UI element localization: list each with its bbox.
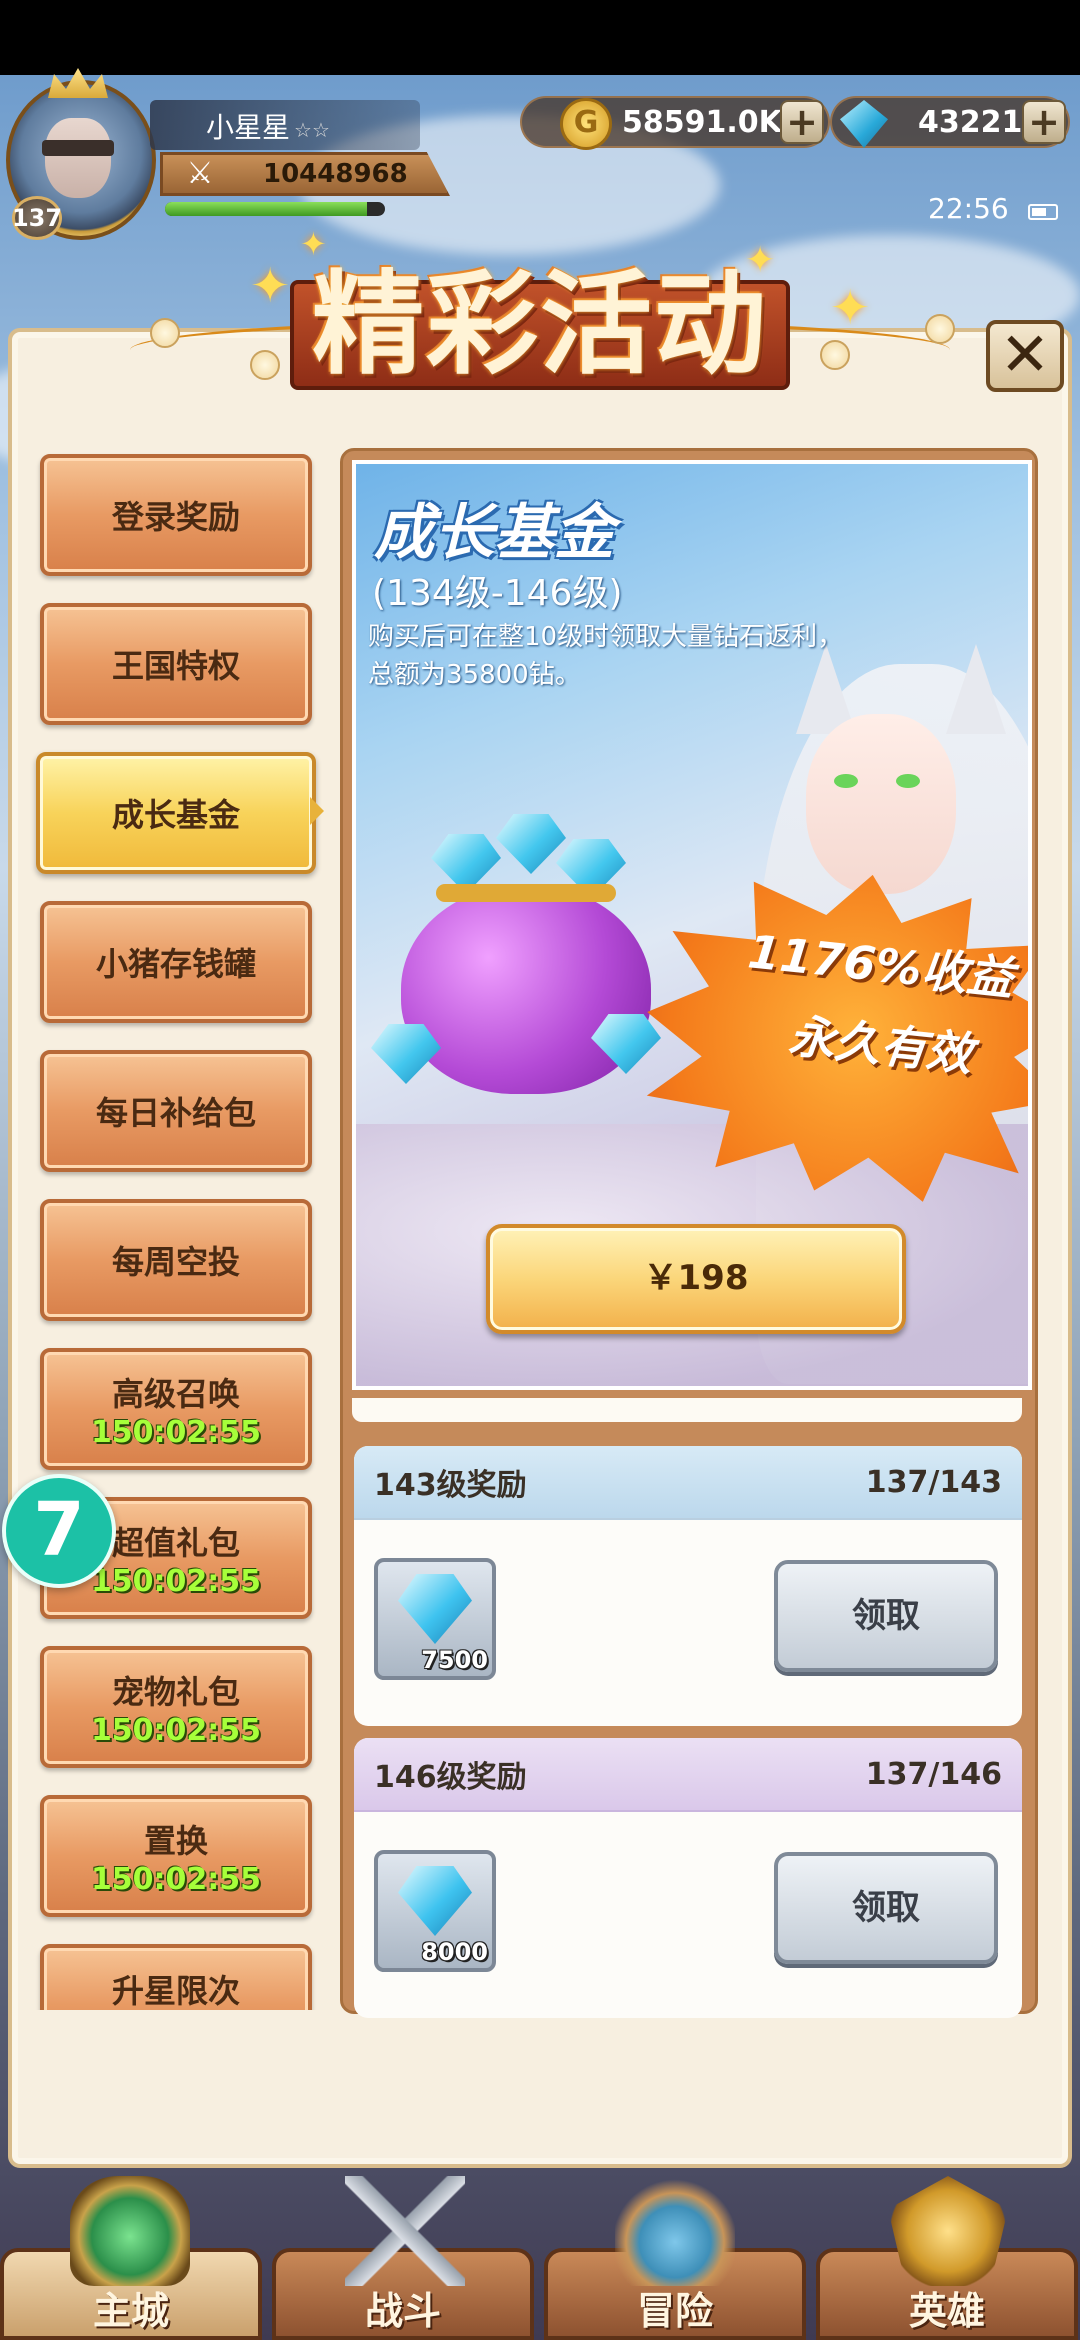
sparkle-icon: ✦ bbox=[745, 240, 776, 281]
bead-decoration bbox=[820, 340, 850, 370]
activity-menu: 登录奖励 王国特权 成长基金 小猪存钱罐 每日补给包 每周空投 高级召唤 150… bbox=[30, 450, 330, 2010]
bottom-nav: 主城 战斗 冒险 英雄 bbox=[0, 2168, 1080, 2340]
diamond-icon bbox=[398, 1866, 472, 1936]
clock: 22:56 bbox=[928, 192, 1009, 225]
castle-icon bbox=[70, 2176, 190, 2286]
item-count: 8000 bbox=[421, 1938, 488, 1966]
menu-item-advanced-summon[interactable]: 高级召唤 150:02:55 bbox=[40, 1348, 312, 1470]
reward-card-146: 146级奖励 137/146 8000 领取 bbox=[354, 1738, 1022, 2018]
nav-label: 冒险 bbox=[636, 2289, 713, 2333]
sparkle-icon: ✦ bbox=[300, 225, 327, 263]
add-gems-button[interactable]: + bbox=[1022, 100, 1066, 144]
bead-decoration bbox=[925, 314, 955, 344]
bead-decoration bbox=[150, 318, 180, 348]
reward-item-slot[interactable]: 8000 bbox=[374, 1850, 496, 1972]
claim-button[interactable]: 领取 bbox=[774, 1852, 998, 1964]
reward-title: 146级奖励 bbox=[374, 1760, 527, 1795]
player-level-badge: 137 bbox=[12, 196, 62, 240]
menu-item-kingdom-privilege[interactable]: 王国特权 bbox=[40, 603, 312, 725]
sparkle-icon: ✦ bbox=[250, 258, 291, 314]
diamond-bag-icon bbox=[371, 814, 661, 1094]
page-title: 精彩活动 bbox=[312, 260, 768, 390]
player-stars: ☆☆ bbox=[294, 118, 330, 142]
active-indicator-arrow bbox=[310, 797, 324, 825]
bag-rope bbox=[436, 884, 616, 902]
crossed-swords-icon bbox=[345, 2176, 465, 2286]
menu-item-label: 小猪存钱罐 bbox=[95, 945, 256, 983]
xp-fill bbox=[165, 202, 368, 216]
gold-coin-icon: G bbox=[560, 98, 612, 150]
diamond-icon bbox=[398, 1574, 472, 1644]
character-face bbox=[806, 714, 956, 894]
blindfold bbox=[42, 140, 114, 156]
menu-item-weekly-airdrop[interactable]: 每周空投 bbox=[40, 1199, 312, 1321]
reward-progress: 137/146 bbox=[865, 1756, 1002, 1792]
promo-desc-line: 总额为35800钻。 bbox=[368, 660, 581, 690]
hero-emblem-icon bbox=[888, 2176, 1008, 2286]
crown-icon bbox=[48, 68, 108, 98]
menu-item-label: 登录奖励 bbox=[111, 498, 240, 536]
menu-item-star-up-limit[interactable]: 升星限次 bbox=[40, 1944, 312, 2010]
promo-level-range: (134级-146级) bbox=[372, 573, 623, 614]
reward-progress: 137/143 bbox=[865, 1464, 1002, 1500]
bead-decoration bbox=[250, 350, 280, 380]
menu-item-login-reward[interactable]: 登录奖励 bbox=[40, 454, 312, 576]
promo-desc-line: 购买后可在整10级时领取大量钻石返利， bbox=[368, 622, 844, 652]
menu-item-piggy-bank[interactable]: 小猪存钱罐 bbox=[40, 901, 312, 1023]
scroll-map-icon bbox=[615, 2176, 735, 2286]
menu-item-label: 置换 bbox=[143, 1821, 208, 1860]
add-gold-button[interactable]: + bbox=[780, 100, 824, 144]
menu-item-label: 升星限次 bbox=[111, 1972, 240, 2010]
avatar-face bbox=[45, 118, 111, 198]
character-eye bbox=[896, 774, 920, 788]
reward-header: 143级奖励 137/143 bbox=[354, 1446, 1022, 1520]
character-eye bbox=[834, 774, 858, 788]
diamond-icon bbox=[496, 814, 566, 874]
battery-icon bbox=[1028, 204, 1058, 220]
nav-label: 主城 bbox=[92, 2289, 169, 2333]
countdown-timer: 150:02:55 bbox=[90, 1861, 262, 1897]
reward-header: 146级奖励 137/146 bbox=[354, 1738, 1022, 1812]
countdown-timer: 150:02:55 bbox=[90, 1712, 262, 1748]
player-name: 小星星 bbox=[206, 111, 291, 144]
menu-item-label: 每周空投 bbox=[111, 1243, 240, 1281]
item-count: 7500 bbox=[421, 1646, 488, 1674]
nav-label: 战斗 bbox=[364, 2289, 441, 2333]
gem-amount: 43221 bbox=[918, 104, 1023, 140]
menu-item-label: 宠物礼包 bbox=[111, 1672, 240, 1711]
promo-title: 成长基金 bbox=[374, 498, 614, 568]
menu-item-exchange[interactable]: 置换 150:02:55 bbox=[40, 1795, 312, 1917]
reward-title: 143级奖励 bbox=[374, 1468, 527, 1503]
menu-item-label: 成长基金 bbox=[111, 796, 240, 834]
menu-item-growth-fund[interactable]: 成长基金 bbox=[36, 752, 316, 874]
bag-body bbox=[401, 884, 651, 1094]
gold-amount: 58591.0K bbox=[622, 104, 782, 140]
growth-fund-banner: 成长基金 (134级-146级) 购买后可在整10级时领取大量钻石返利， 总额为… bbox=[352, 460, 1032, 1390]
reward-item-slot[interactable]: 7500 bbox=[374, 1558, 496, 1680]
countdown-timer: 150:02:55 bbox=[90, 1414, 262, 1450]
crossed-swords-icon: ⚔ bbox=[186, 156, 214, 191]
content-divider bbox=[352, 1398, 1022, 1422]
menu-item-pet-pack[interactable]: 宠物礼包 150:02:55 bbox=[40, 1646, 312, 1768]
menu-item-label: 高级召唤 bbox=[111, 1374, 240, 1413]
nav-label: 英雄 bbox=[908, 2289, 985, 2333]
close-button[interactable]: ✕ bbox=[986, 320, 1064, 392]
claim-button[interactable]: 领取 bbox=[774, 1560, 998, 1672]
sparkle-icon: ✦ bbox=[830, 280, 871, 336]
menu-item-daily-supply[interactable]: 每日补给包 bbox=[40, 1050, 312, 1172]
floating-assistant-button[interactable]: 7 bbox=[2, 1474, 116, 1588]
menu-item-label: 每日补给包 bbox=[95, 1094, 256, 1132]
promo-description: 购买后可在整10级时领取大量钻石返利， 总额为35800钻。 bbox=[368, 618, 928, 694]
menu-item-label: 超值礼包 bbox=[111, 1523, 240, 1562]
countdown-timer: 150:02:55 bbox=[90, 1563, 262, 1599]
reward-card-143: 143级奖励 137/143 7500 领取 bbox=[354, 1446, 1022, 1726]
buy-button[interactable]: ￥198 bbox=[486, 1224, 906, 1334]
player-name-bar: 小星星 ☆☆ bbox=[150, 100, 420, 150]
xp-bar bbox=[165, 202, 385, 216]
menu-item-label: 王国特权 bbox=[111, 647, 240, 685]
